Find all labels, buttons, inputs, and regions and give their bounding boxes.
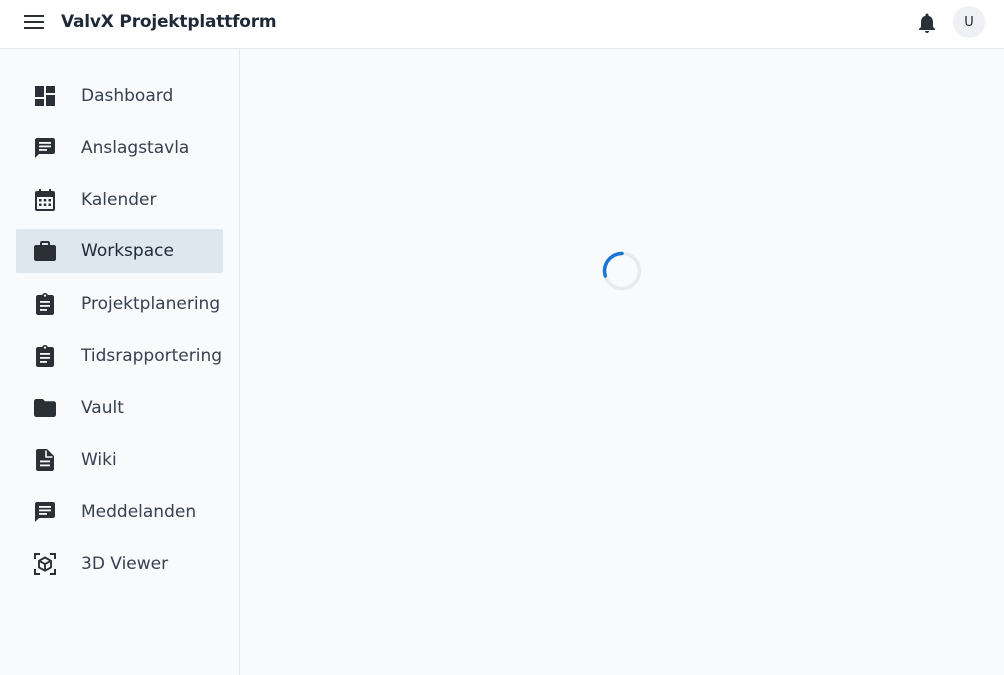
sidebar-item-label: Anslagstavla [81,138,190,158]
sidebar-item-label: Tidsrapportering [81,346,223,366]
dashboard-icon [34,85,56,107]
bell-icon[interactable] [914,10,940,36]
sidebar: Dashboard Anslagstavla Kalender Workspac… [0,49,240,675]
sidebar-item-label: Kalender [81,190,157,210]
sidebar-item-label: Workspace [81,241,174,261]
sidebar-item-label: 3D Viewer [81,554,169,574]
sidebar-item-label: Vault [81,398,124,418]
sidebar-item-label: Projektplanering [81,294,221,314]
message-icon [34,137,56,159]
avatar-initial: U [964,14,974,30]
sidebar-item-dashboard[interactable]: Dashboard [16,74,223,118]
folder-icon [34,397,56,419]
sidebar-item-projektplanering[interactable]: Projektplanering [16,282,223,326]
sidebar-item-anslagstavla[interactable]: Anslagstavla [16,126,223,170]
sidebar-item-label: Wiki [81,450,117,470]
briefcase-icon [34,240,56,262]
sidebar-item-3d-viewer[interactable]: 3D Viewer [16,542,223,586]
sidebar-item-label: Meddelanden [81,502,197,522]
main-content [241,49,1004,675]
cube-icon [34,553,56,575]
clipboard-icon [34,345,56,367]
document-icon [34,449,56,471]
calendar-icon [34,189,56,211]
sidebar-item-wiki[interactable]: Wiki [16,438,223,482]
sidebar-item-meddelanden[interactable]: Meddelanden [16,490,223,534]
sidebar-item-vault[interactable]: Vault [16,386,223,430]
clipboard-icon [34,293,56,315]
sidebar-item-kalender[interactable]: Kalender [16,178,223,222]
spinner-icon [601,250,643,292]
app-title: ValvX Projektplattform [61,12,277,32]
sidebar-item-tidsrapportering[interactable]: Tidsrapportering [16,334,223,378]
top-app-bar: ValvX Projektplattform U [0,0,1004,49]
message-icon [34,501,56,523]
menu-icon[interactable] [22,10,46,34]
avatar[interactable]: U [953,6,985,38]
sidebar-item-workspace[interactable]: Workspace [16,229,223,273]
sidebar-item-label: Dashboard [81,86,174,106]
